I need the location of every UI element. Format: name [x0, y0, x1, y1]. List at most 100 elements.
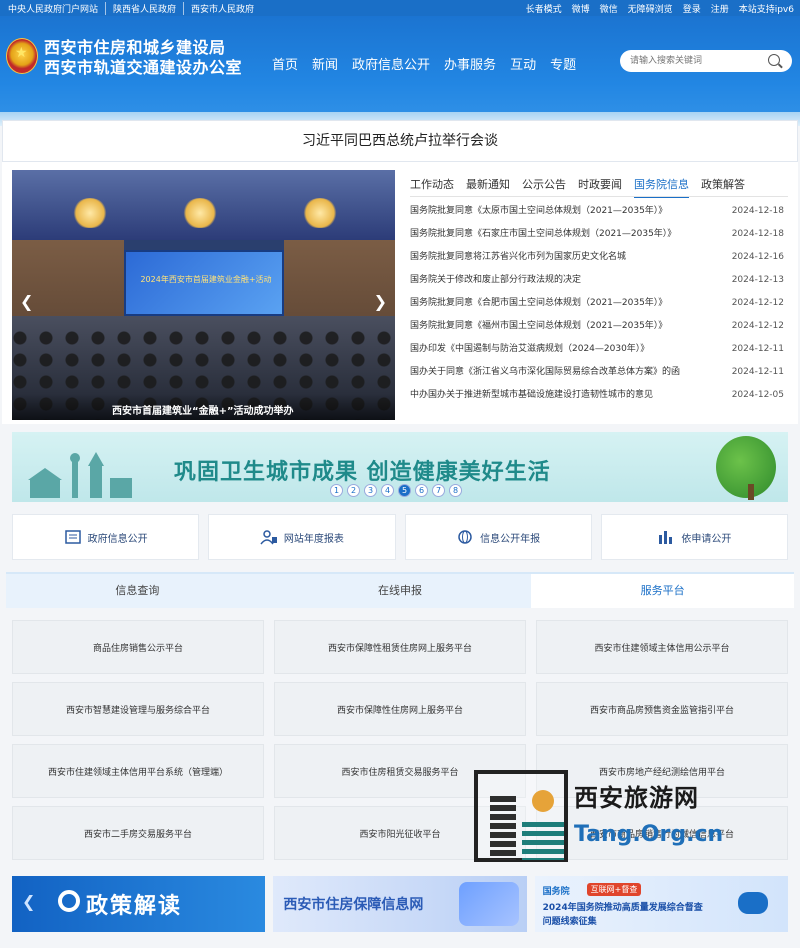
- chandelier-icon: [182, 198, 218, 228]
- quick-link-request-disclosure[interactable]: 依申请公开: [600, 514, 788, 560]
- service-link[interactable]: 西安市二手房交易服务平台: [12, 806, 264, 860]
- tab-state-council[interactable]: 国务院信息: [634, 176, 689, 198]
- stage-screen: 2024年西安市首届建筑业金融+活动: [124, 250, 284, 316]
- weibo-link[interactable]: 微博: [572, 2, 590, 15]
- pager-dot-active[interactable]: 5: [398, 484, 411, 497]
- nav-news[interactable]: 新闻: [312, 54, 338, 73]
- news-title[interactable]: 国务院关于修改和废止部分行政法规的决定: [410, 273, 720, 287]
- chevron-left-icon[interactable]: ❮: [22, 892, 35, 911]
- accessibility-link[interactable]: 无障碍浏览: [628, 2, 673, 15]
- top-bar: 中央人民政府门户网站 陕西省人民政府 西安市人民政府 长者模式 微博 微信 无障…: [0, 0, 800, 16]
- top-link-central-gov[interactable]: 中央人民政府门户网站: [8, 2, 107, 15]
- search-icon[interactable]: [768, 54, 780, 66]
- chat-bubble-icon: [737, 892, 768, 914]
- banner-slogan: 巩固卫生城市成果 创造健康美好生活: [174, 460, 551, 485]
- list-item[interactable]: 中办国办关于推进新型城市基础设施建设打造韧性城市的意见 2024-12-05: [410, 388, 790, 411]
- service-link[interactable]: 西安市住建领域主体信用平台系统（管理端）: [12, 744, 264, 798]
- tab-service-platform[interactable]: 服务平台: [531, 574, 795, 608]
- tab-current-affairs[interactable]: 时政要闻: [578, 176, 622, 198]
- search-input[interactable]: [630, 54, 760, 68]
- stage-screen-text: 2024年西安市首届建筑业金融+活动: [140, 275, 272, 284]
- wechat-link[interactable]: 微信: [600, 2, 618, 15]
- list-item[interactable]: 国务院批复同意《福州市国土空间总体规划（2021—2035年）》 2024-12-…: [410, 319, 790, 342]
- pager-dot[interactable]: 4: [381, 484, 394, 497]
- tab-info-query[interactable]: 信息查询: [6, 574, 269, 608]
- headline-bar: 习近平同巴西总统卢拉举行会谈: [2, 120, 798, 162]
- housing-security-banner[interactable]: 西安市住房保障信息网: [273, 876, 527, 932]
- elder-mode-link[interactable]: 长者模式: [526, 2, 562, 15]
- pager-dot[interactable]: 8: [449, 484, 462, 497]
- login-link[interactable]: 登录: [683, 2, 701, 15]
- service-link[interactable]: 西安市保障性住房网上服务平台: [274, 682, 526, 736]
- chandelier-icon: [72, 198, 108, 228]
- nav-gov-info[interactable]: 政府信息公开: [352, 54, 430, 73]
- carousel-caption[interactable]: 西安市首届建筑业“金融+”活动成功举办: [12, 394, 395, 420]
- nav-interact[interactable]: 互动: [510, 54, 536, 73]
- news-carousel[interactable]: 2024年西安市首届建筑业金融+活动 ❮ ❯ 西安市首届建筑业“金融+”活动成功…: [12, 170, 395, 420]
- news-title[interactable]: 国办关于同意《浙江省义乌市深化国际贸易综合改革总体方案》的函: [410, 365, 720, 379]
- pager-dot[interactable]: 2: [347, 484, 360, 497]
- sun-icon: [532, 790, 554, 812]
- news-title[interactable]: 国务院批复同意《合肥市国土空间总体规划（2021—2035年）》: [410, 296, 720, 310]
- service-link[interactable]: 西安市商品房预售资金监管指引平台: [536, 682, 788, 736]
- gov-tag-badge: 互联网+督查: [586, 883, 642, 896]
- news-date: 2024-12-16: [731, 252, 784, 262]
- list-item[interactable]: 国办印发《中国遏制与防治艾滋病规划（2024—2030年）》 2024-12-11: [410, 342, 790, 365]
- news-title[interactable]: 国务院批复同意《福州市国土空间总体规划（2021—2035年）》: [410, 319, 720, 333]
- news-list: 国务院批复同意《太原市国土空间总体规划（2021—2035年）》 2024-12-…: [410, 204, 790, 411]
- quick-links: 政府信息公开 网站年度报表 信息公开年报 依申请公开: [12, 514, 788, 560]
- ipv6-label: 本站支持ipv6: [738, 5, 794, 15]
- quick-link-disclosure-report[interactable]: 信息公开年报: [404, 514, 592, 560]
- main-nav: 首页 新闻 政府信息公开 办事服务 互动 专题: [272, 54, 576, 73]
- nav-services[interactable]: 办事服务: [444, 54, 496, 73]
- watermark-en-text: Tang.Org.cn: [574, 822, 724, 847]
- list-item[interactable]: 国办关于同意《浙江省义乌市深化国际贸易综合改革总体方案》的函 2024-12-11: [410, 365, 790, 388]
- tab-announcements[interactable]: 公示公告: [522, 176, 566, 198]
- pager-dot[interactable]: 3: [364, 484, 377, 497]
- tab-policy-answers[interactable]: 政策解答: [701, 176, 745, 198]
- list-item[interactable]: 国务院批复同意将江苏省兴化市列为国家历史文化名城 2024-12-16: [410, 250, 790, 273]
- quick-link-annual-report[interactable]: 网站年度报表: [208, 514, 396, 560]
- news-date: 2024-12-18: [731, 206, 784, 216]
- carousel-next-icon[interactable]: ❯: [374, 292, 387, 311]
- news-title[interactable]: 国办印发《中国遏制与防治艾滋病规划（2024—2030年）》: [410, 342, 720, 356]
- nav-topics[interactable]: 专题: [550, 54, 576, 73]
- pagoda-icon: [490, 796, 516, 860]
- tab-online-declare[interactable]: 在线申报: [269, 574, 532, 608]
- news-title[interactable]: 国务院批复同意将江苏省兴化市列为国家历史文化名城: [410, 250, 720, 264]
- news-title[interactable]: 中办国办关于推进新型城市基础设施建设打造韧性城市的意见: [410, 388, 720, 402]
- document-icon: [64, 530, 81, 544]
- tab-latest-notice[interactable]: 最新通知: [466, 176, 510, 198]
- list-item[interactable]: 国务院批复同意《石家庄市国土空间总体规划（2021—2035年）》 2024-12…: [410, 227, 790, 250]
- search-box: [620, 50, 792, 72]
- service-link[interactable]: 西安市智慧建设管理与服务综合平台: [12, 682, 264, 736]
- service-link[interactable]: 商品住房销售公示平台: [12, 620, 264, 674]
- list-item[interactable]: 国务院关于修改和废止部分行政法规的决定 2024-12-13: [410, 273, 790, 296]
- bar-chart-icon: [659, 531, 673, 544]
- headline-link[interactable]: 习近平同巴西总统卢拉举行会谈: [3, 130, 797, 150]
- top-link-shaanxi-gov[interactable]: 陕西省人民政府: [106, 2, 185, 15]
- service-link[interactable]: 西安市住建领域主体信用公示平台: [536, 620, 788, 674]
- org-name[interactable]: 西安市住房和城乡建设局 西安市轨道交通建设办公室: [44, 38, 242, 78]
- nav-home[interactable]: 首页: [272, 54, 298, 73]
- tab-work-news[interactable]: 工作动态: [410, 176, 454, 198]
- pager-dot[interactable]: 1: [330, 484, 343, 497]
- news-section: 2024年西安市首届建筑业金融+活动 ❮ ❯ 西安市首届建筑业“金融+”活动成功…: [2, 162, 798, 424]
- list-item[interactable]: 国务院批复同意《合肥市国土空间总体规划（2021—2035年）》 2024-12-…: [410, 296, 790, 319]
- register-link[interactable]: 注册: [711, 2, 729, 15]
- top-link-xian-gov[interactable]: 西安市人民政府: [184, 2, 261, 15]
- service-link[interactable]: 西安市保障性租赁住房网上服务平台: [274, 620, 526, 674]
- city-skyline-icon: [28, 452, 132, 498]
- pager-dot[interactable]: 6: [415, 484, 428, 497]
- policy-interpretation-banner[interactable]: ❮ 政策解读: [12, 876, 266, 932]
- quick-link-gov-info[interactable]: 政府信息公开: [12, 514, 200, 560]
- state-council-inspection-banner[interactable]: 国务院 互联网+督查 2024年国务院推动高质量发展综合督查 问题线索征集: [534, 876, 788, 932]
- pager-dot[interactable]: 7: [432, 484, 445, 497]
- news-title[interactable]: 国务院批复同意《石家庄市国土空间总体规划（2021—2035年）》: [410, 227, 720, 241]
- list-item[interactable]: 国务院批复同意《太原市国土空间总体规划（2021—2035年）》 2024-12-…: [410, 204, 790, 227]
- site-watermark: 西安旅游网 Tang.Org.cn: [474, 770, 736, 862]
- news-title[interactable]: 国务院批复同意《太原市国土空间总体规划（2021—2035年）》: [410, 204, 720, 218]
- carousel-prev-icon[interactable]: ❮: [20, 292, 33, 311]
- pavilion-icon: [522, 822, 564, 860]
- gov-banner-line2: 问题线索征集: [542, 917, 597, 927]
